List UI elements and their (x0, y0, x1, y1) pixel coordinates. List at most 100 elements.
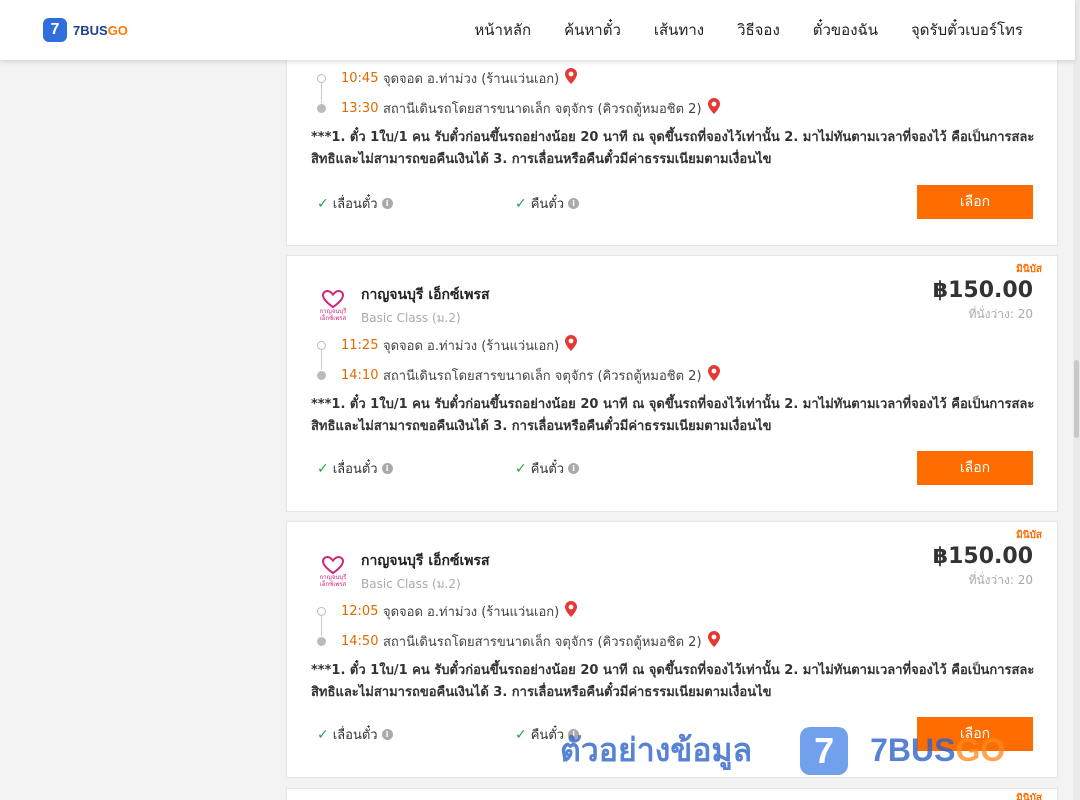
refund-label: คืนตั๋ว (530, 197, 565, 212)
refund-policy: ✓ คืนตั๋ว i (515, 193, 580, 214)
seats-available: ที่นั่งว่าง: 20 (968, 307, 1033, 321)
trip-card: 10:45 จุดจอด อ.ท่าม่วง (ร้านแว่นเอก) 13:… (286, 40, 1058, 246)
operator-logo-text: กาญจนบุรี เอ็กซ์เพรส (319, 308, 347, 322)
destination-name: สถานีเดินรถโดยสารขนาดเล็ก จตุจักร (คิวรถ… (383, 101, 702, 117)
watermark-text: ตัวอย่างข้อมูล (560, 731, 753, 769)
check-icon: ✓ (515, 460, 527, 477)
bus-class: Basic Class (ม.2) (361, 311, 461, 325)
destination-name: สถานีเดินรถโดยสารขนาดเล็ก จตุจักร (คิวรถ… (383, 634, 702, 650)
stop-dot-icon (317, 637, 326, 646)
logo-text: 7BUSGO (73, 22, 128, 38)
reschedule-label: เลื่อนตั๋ว (332, 728, 378, 743)
trip-stops: 12:05 จุดจอด อ.ท่าม่วง (ร้านแว่นเอก) 14:… (315, 596, 720, 656)
origin-name: จุดจอด อ.ท่าม่วง (ร้านแว่นเอก) (383, 604, 560, 620)
bus-class: Basic Class (ม.2) (361, 577, 461, 591)
stop-dot-icon (317, 341, 326, 350)
bus-type-badge: มินิบัส (1016, 530, 1042, 541)
seats-available: ที่นั่งว่าง: 20 (968, 573, 1033, 587)
select-trip-button[interactable]: เลือก (917, 185, 1033, 219)
operator-name: กาญจนบุรี เอ็กซ์เพรส (361, 553, 490, 569)
trip-card: มินิบัส กาญจนบุรี เอ็กซ์เพรส กาญจนบุรี เ… (286, 255, 1058, 512)
reschedule-policy: ✓ เลื่อนตั๋ว i (317, 724, 393, 745)
destination-name: สถานีเดินรถโดยสารขนาดเล็ก จตุจักร (คิวรถ… (383, 368, 702, 384)
nav-pickup-points[interactable]: จุดรับตั๋วเบอร์โทร (911, 18, 1023, 42)
heart-logo-icon (322, 556, 344, 574)
nav-home[interactable]: หน้าหลัก (474, 18, 531, 42)
select-trip-button[interactable]: เลือก (917, 451, 1033, 485)
trip-note: ***1. ตั๋ว 1ใบ/1 คน รับตั๋วก่อนขึ้นรถอย่… (311, 130, 1035, 167)
site-logo[interactable]: 7 7BUSGO (43, 18, 128, 42)
bus-type-badge: มินิบัส (1016, 793, 1042, 800)
operator-info: กาญจนบุรี เอ็กซ์เพรส กาญจนบุรี เอ็กซ์เพร… (313, 550, 490, 594)
map-pin-icon[interactable] (707, 631, 720, 651)
trip-stops: 11:25 จุดจอด อ.ท่าม่วง (ร้านแว่นเอก) 14:… (315, 330, 720, 390)
bus-type-badge: มินิบัส (1016, 264, 1042, 275)
page-scrollbar[interactable] (1073, 0, 1080, 800)
price-box: ฿150.00 ที่นั่งว่าง: 20 (933, 544, 1033, 590)
map-pin-icon[interactable] (565, 601, 578, 621)
stop-origin: 11:25 จุดจอด อ.ท่าม่วง (ร้านแว่นเอก) (315, 330, 720, 370)
nav-how-to-book[interactable]: วิธีจอง (737, 18, 780, 42)
arrive-time: 14:50 (341, 633, 379, 649)
sample-data-watermark: ตัวอย่างข้อมูล 7 7BUSGO (560, 725, 1005, 776)
origin-name: จุดจอด อ.ท่าม่วง (ร้านแว่นเอก) (383, 338, 560, 354)
arrive-time: 14:10 (341, 367, 379, 383)
stop-destination: 14:10 สถานีเดินรถโดยสารขนาดเล็ก จตุจักร … (315, 360, 720, 390)
stop-origin: 10:45 จุดจอด อ.ท่าม่วง (ร้านแว่นเอก) (315, 63, 720, 103)
check-icon: ✓ (317, 460, 329, 477)
operator-logo: กาญจนบุรี เอ็กซ์เพรส (313, 286, 353, 326)
stop-origin: 12:05 จุดจอด อ.ท่าม่วง (ร้านแว่นเอก) (315, 596, 720, 636)
check-icon: ✓ (317, 726, 329, 743)
map-pin-icon[interactable] (565, 335, 578, 355)
map-pin-icon[interactable] (707, 98, 720, 118)
ticket-price: ฿150.00 (932, 544, 1033, 569)
check-icon: ✓ (515, 195, 527, 212)
check-icon: ✓ (515, 726, 527, 743)
main-nav: หน้าหลัก ค้นหาตั๋ว เส้นทาง วิธีจอง ตั๋วข… (441, 0, 1023, 60)
stop-dot-icon (317, 607, 326, 616)
trip-stops: 10:45 จุดจอด อ.ท่าม่วง (ร้านแว่นเอก) 13:… (315, 63, 720, 123)
reschedule-label: เลื่อนตั๋ว (332, 462, 378, 477)
watermark-brand: 7BUSGO (870, 732, 1006, 768)
operator-info: กาญจนบุรี เอ็กซ์เพรส กาญจนบุรี เอ็กซ์เพร… (313, 284, 490, 328)
refund-label: คืนตั๋ว (530, 462, 565, 477)
depart-time: 12:05 (341, 603, 379, 619)
stop-dot-icon (317, 371, 326, 380)
arrive-time: 13:30 (341, 100, 379, 116)
reschedule-label: เลื่อนตั๋ว (332, 197, 378, 212)
depart-time: 10:45 (341, 70, 379, 86)
trip-note: ***1. ตั๋ว 1ใบ/1 คน รับตั๋วก่อนขึ้นรถอย่… (311, 663, 1035, 700)
operator-name: กาญจนบุรี เอ็กซ์เพรส (361, 287, 490, 303)
nav-my-tickets[interactable]: ตั๋วของฉัน (813, 18, 878, 42)
ticket-price: ฿150.00 (932, 278, 1033, 303)
operator-logo: กาญจนบุรี เอ็กซ์เพรส (313, 552, 353, 592)
stop-destination: 13:30 สถานีเดินรถโดยสารขนาดเล็ก จตุจักร … (315, 93, 720, 123)
nav-routes[interactable]: เส้นทาง (654, 18, 704, 42)
info-icon[interactable]: i (381, 198, 393, 209)
watermark-logo-icon: 7 (800, 726, 849, 775)
heart-logo-icon (322, 290, 344, 308)
info-icon[interactable]: i (568, 198, 580, 209)
operator-logo-text: กาญจนบุรี เอ็กซ์เพรส (319, 574, 347, 588)
stop-destination: 14:50 สถานีเดินรถโดยสารขนาดเล็ก จตุจักร … (315, 626, 720, 656)
info-icon[interactable]: i (381, 729, 393, 740)
origin-name: จุดจอด อ.ท่าม่วง (ร้านแว่นเอก) (383, 71, 560, 87)
info-icon[interactable]: i (381, 463, 393, 474)
stop-dot-icon (317, 74, 326, 83)
refund-policy: ✓ คืนตั๋ว i (515, 458, 580, 479)
logo-mark-icon: 7 (43, 18, 67, 42)
reschedule-policy: ✓ เลื่อนตั๋ว i (317, 458, 393, 479)
trip-card: มินิบัส (286, 788, 1058, 800)
price-box: ฿150.00 ที่นั่งว่าง: 20 (933, 278, 1033, 324)
nav-search-ticket[interactable]: ค้นหาตั๋ว (564, 18, 621, 42)
stop-dot-icon (317, 104, 326, 113)
site-header: 7 7BUSGO หน้าหลัก ค้นหาตั๋ว เส้นทาง วิธี… (0, 0, 1075, 60)
map-pin-icon[interactable] (707, 365, 720, 385)
trip-note: ***1. ตั๋ว 1ใบ/1 คน รับตั๋วก่อนขึ้นรถอย่… (311, 397, 1035, 434)
depart-time: 11:25 (341, 337, 379, 353)
info-icon[interactable]: i (568, 463, 580, 474)
map-pin-icon[interactable] (565, 68, 578, 88)
reschedule-policy: ✓ เลื่อนตั๋ว i (317, 193, 393, 214)
check-icon: ✓ (317, 195, 329, 212)
scrollbar-thumb[interactable] (1074, 360, 1079, 438)
